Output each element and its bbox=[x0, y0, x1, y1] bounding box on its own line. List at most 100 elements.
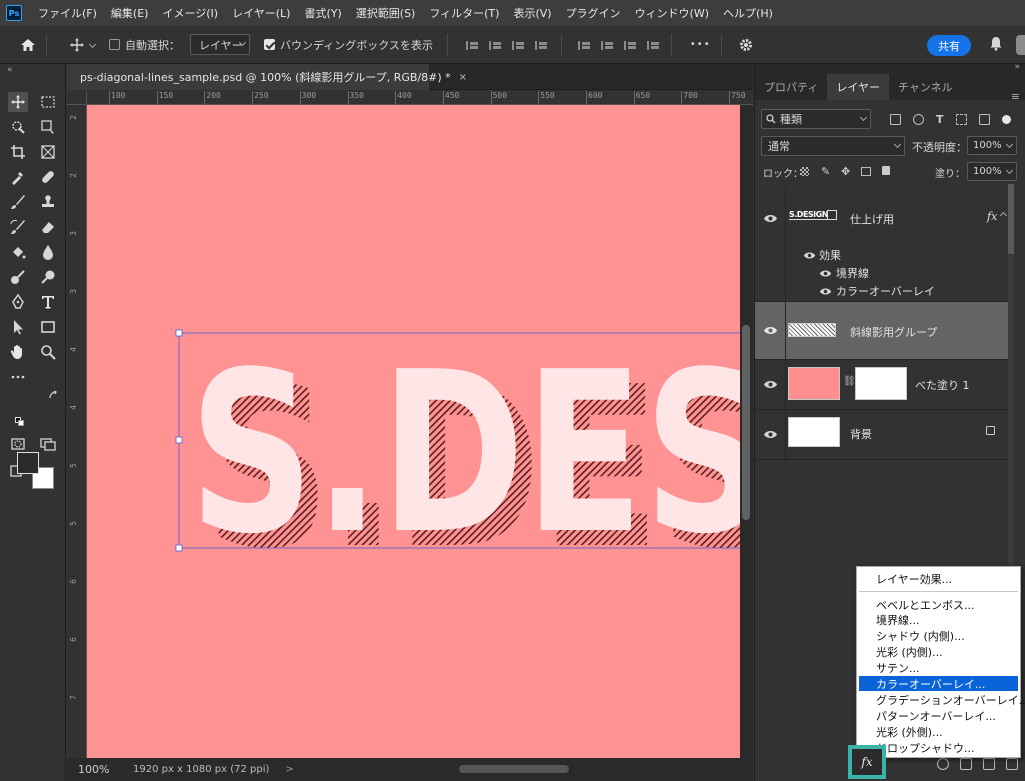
visibility-eye-icon[interactable] bbox=[803, 249, 816, 262]
menu-item-pattern-overlay[interactable]: パターンオーバーレイ... bbox=[859, 708, 1018, 723]
menu-filter[interactable]: フィルター(T) bbox=[422, 5, 506, 21]
dodge-tool-icon[interactable] bbox=[8, 267, 28, 287]
zoom-tool-alt-icon[interactable] bbox=[38, 267, 58, 287]
more-options-button[interactable]: ••• bbox=[690, 39, 711, 50]
bounding-box-checkbox[interactable] bbox=[264, 39, 275, 50]
ruler-vertical[interactable]: 2 2 3 3 4 4 5 5 6 6 7 bbox=[67, 105, 87, 758]
lock-position-icon[interactable]: ✥ bbox=[841, 165, 850, 178]
layer-row[interactable]: 背景 bbox=[755, 410, 1008, 460]
layer-name[interactable]: 斜線影用グループ bbox=[850, 324, 937, 340]
ruler-horizontal[interactable]: 100 150 200 250 300 350 400 450 500 550 600 650 700 7… bbox=[87, 91, 753, 105]
auto-select-option[interactable]: 自動選択： bbox=[109, 37, 180, 53]
collapse-panel-icon[interactable]: » bbox=[1014, 62, 1020, 72]
zoom-tool-icon[interactable] bbox=[38, 342, 58, 362]
close-icon[interactable]: × bbox=[459, 72, 467, 83]
tab-layers[interactable]: レイヤー bbox=[827, 74, 890, 100]
blur-tool-icon[interactable] bbox=[38, 242, 58, 262]
bounding-box-option[interactable]: バウンディングボックスを表示 bbox=[264, 37, 433, 53]
fx-badge-icon[interactable]: fx bbox=[987, 210, 997, 223]
scroll-thumb[interactable] bbox=[742, 325, 750, 520]
layer-row[interactable]: ⛓ べた塗り 1 bbox=[755, 360, 1008, 410]
auto-select-dropdown[interactable]: レイヤー bbox=[190, 34, 250, 55]
visibility-eye-icon[interactable] bbox=[819, 285, 832, 298]
home-icon[interactable] bbox=[18, 35, 38, 55]
pen-tool-icon[interactable] bbox=[8, 292, 28, 312]
menu-item-gradient-overlay[interactable]: グラデーションオーバーレイ... bbox=[859, 692, 1025, 707]
menu-item-inner-glow[interactable]: 光彩 (内側)... bbox=[859, 644, 1018, 659]
zoom-level[interactable]: 100% bbox=[78, 763, 133, 776]
stamp-tool-icon[interactable] bbox=[38, 192, 58, 212]
gear-icon[interactable] bbox=[738, 37, 754, 53]
lock-all-icon[interactable] bbox=[882, 166, 890, 175]
smart-object-thumbnail-icon[interactable]: S.DESIGN bbox=[789, 210, 828, 220]
layer-name[interactable]: べた塗り 1 bbox=[915, 377, 970, 393]
brush-tool-icon[interactable] bbox=[8, 192, 28, 212]
shape-filter-icon[interactable] bbox=[955, 113, 967, 125]
transform-handle[interactable] bbox=[175, 436, 183, 444]
eraser-tool-icon[interactable] bbox=[38, 217, 58, 237]
layer-name[interactable]: 背景 bbox=[850, 426, 872, 442]
rectangle-tool-icon[interactable] bbox=[38, 317, 58, 337]
hand-tool-icon[interactable] bbox=[8, 342, 28, 362]
transform-handle[interactable] bbox=[175, 329, 183, 337]
menu-layer[interactable]: レイヤー(L) bbox=[225, 5, 297, 21]
layer-row[interactable]: S.DESIGN 仕上げ用 fx 効果 境界線 カラーオーバーレイ bbox=[755, 188, 1008, 302]
type-tool-icon[interactable] bbox=[38, 292, 58, 312]
paint-bucket-tool-icon[interactable] bbox=[8, 242, 28, 262]
object-select-tool-icon[interactable] bbox=[8, 117, 28, 137]
visibility-eye-icon[interactable] bbox=[763, 427, 778, 442]
filter-toggle-icon[interactable] bbox=[1001, 114, 1011, 124]
adjustment-filter-icon[interactable] bbox=[913, 113, 924, 125]
document-canvas[interactable]: S.DES S.DES bbox=[87, 105, 740, 758]
layer-thumbnail[interactable] bbox=[788, 323, 836, 337]
add-layer-style-button[interactable]: fx bbox=[848, 745, 886, 779]
history-brush-tool-icon[interactable] bbox=[8, 217, 28, 237]
lock-artboard-icon[interactable] bbox=[861, 167, 871, 176]
path-selection-tool-icon[interactable] bbox=[8, 317, 28, 337]
more-tools-icon[interactable] bbox=[8, 367, 28, 387]
mask-thumbnail[interactable] bbox=[855, 367, 907, 400]
fill-thumbnail[interactable] bbox=[788, 367, 840, 400]
menu-item-stroke[interactable]: 境界線... bbox=[859, 612, 1018, 627]
collapse-icon[interactable]: « bbox=[7, 65, 13, 75]
crop-select-tool-icon[interactable] bbox=[38, 117, 58, 137]
scroll-thumb[interactable] bbox=[1008, 184, 1014, 254]
horizontal-scrollbar[interactable] bbox=[367, 763, 807, 775]
link-icon[interactable]: ⛓ bbox=[843, 376, 856, 387]
marquee-tool-icon[interactable] bbox=[38, 92, 58, 112]
layer-row-selected[interactable]: 斜線影用グループ bbox=[755, 302, 1008, 360]
vertical-scrollbar[interactable] bbox=[740, 105, 753, 758]
effects-group[interactable]: 効果 bbox=[803, 247, 841, 263]
move-tool-icon[interactable] bbox=[8, 92, 28, 112]
auto-select-checkbox[interactable] bbox=[109, 39, 120, 50]
menu-window[interactable]: ウィンドウ(W) bbox=[628, 5, 716, 21]
menu-image[interactable]: イメージ(I) bbox=[155, 5, 225, 21]
kind-filter-dropdown[interactable]: 種類 bbox=[761, 109, 871, 129]
align-bottom-icon[interactable] bbox=[623, 39, 636, 51]
foreground-color-swatch[interactable] bbox=[17, 452, 39, 474]
visibility-eye-icon[interactable] bbox=[763, 211, 778, 226]
align-top-icon[interactable] bbox=[577, 39, 590, 51]
visibility-eye-icon[interactable] bbox=[763, 377, 778, 392]
menu-item-bevel-emboss[interactable]: ベベルとエンボス... bbox=[859, 597, 1018, 612]
scroll-thumb[interactable] bbox=[459, 765, 569, 773]
menu-select[interactable]: 選択範囲(S) bbox=[349, 5, 423, 21]
align-left-icon[interactable] bbox=[465, 39, 478, 51]
opacity-field[interactable]: 100% bbox=[967, 136, 1017, 155]
adjustment-layer-icon[interactable] bbox=[937, 757, 949, 770]
collapse-effects-icon[interactable] bbox=[999, 211, 1008, 220]
workspace-icon[interactable] bbox=[1016, 35, 1025, 55]
healing-brush-tool-icon[interactable] bbox=[38, 167, 58, 187]
menu-item-outer-glow[interactable]: 光彩 (外側)... bbox=[859, 724, 1018, 739]
tab-properties[interactable]: プロパティ bbox=[755, 74, 827, 100]
layer-thumbnail[interactable] bbox=[788, 417, 840, 447]
align-right-icon[interactable] bbox=[511, 39, 524, 51]
align-center-icon[interactable] bbox=[488, 39, 501, 51]
frame-tool-icon[interactable] bbox=[38, 142, 58, 162]
transform-handle[interactable] bbox=[175, 544, 183, 552]
new-layer-icon[interactable] bbox=[983, 757, 995, 770]
screen-mode-icon[interactable] bbox=[38, 434, 58, 454]
status-arrow-icon[interactable]: > bbox=[285, 764, 293, 775]
visibility-eye-icon[interactable] bbox=[819, 267, 832, 280]
quick-mask-icon[interactable] bbox=[8, 434, 28, 454]
